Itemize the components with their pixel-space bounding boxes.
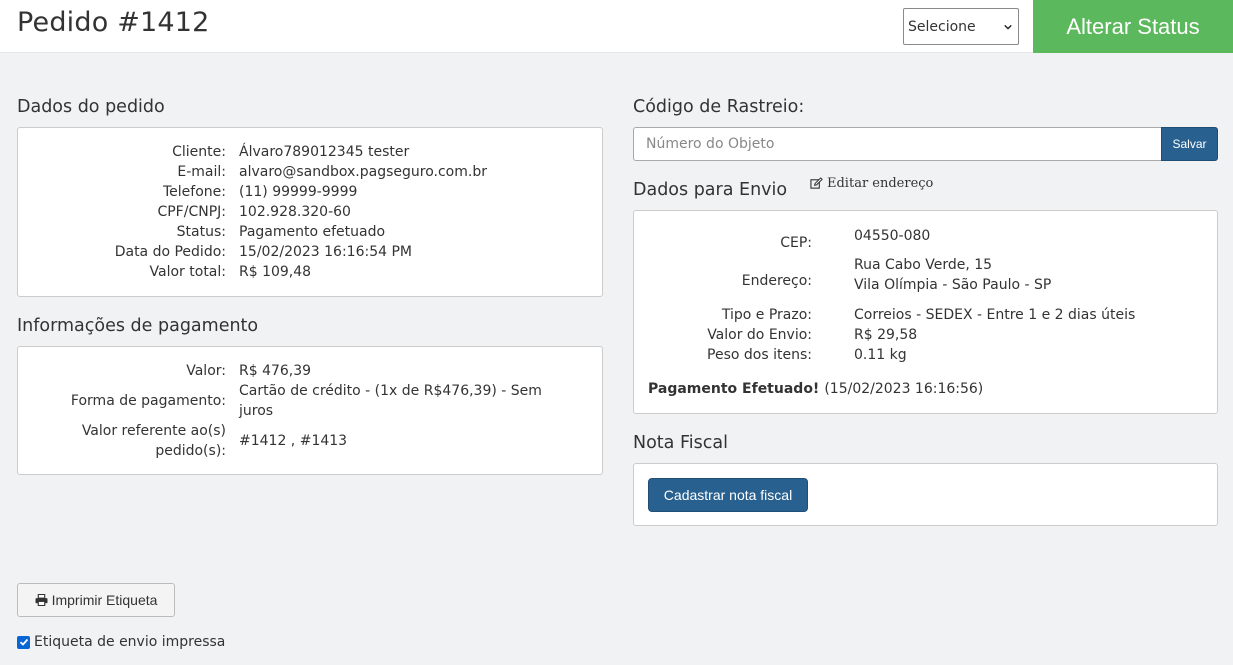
payment-row-value: Valor: R$ 476,39: [18, 361, 311, 381]
order-label: Telefone:: [163, 184, 226, 200]
shipping-value: R$ 29,58: [854, 327, 918, 343]
order-label: Status:: [176, 224, 226, 240]
order-value: 102.928.320-60: [239, 204, 351, 220]
shipping-label: CEP:: [780, 235, 812, 251]
payment-ref-label: Valor referente ao(s) pedido(s):: [18, 421, 226, 461]
chevron-down-icon: [1004, 24, 1012, 30]
shipping-address-line: Vila Olímpia - São Paulo - SP: [854, 277, 1052, 293]
payment-ref-label-line: pedido(s):: [155, 443, 226, 459]
order-status-link[interactable]: Pagamento efetuado: [239, 222, 385, 242]
page-title: Pedido #1412: [17, 7, 210, 38]
shipping-label: Peso dos itens:: [707, 347, 812, 363]
checkbox-checked-icon[interactable]: [17, 635, 30, 649]
payment-done-date: (15/02/2023 16:16:56): [824, 381, 984, 397]
tracking-section-title: Código de Rastreio:: [633, 97, 805, 117]
order-row-phone: Telefone: (11) 99999-9999: [18, 182, 357, 202]
order-row-date: Data do Pedido: 15/02/2023 16:16:54 PM: [18, 242, 412, 262]
shipping-label: Valor do Envio:: [707, 327, 812, 343]
order-value: alvaro@sandbox.pagseguro.com.br: [239, 164, 487, 180]
payment-panel: Valor: R$ 476,39 Forma de pagamento: Car…: [17, 346, 603, 475]
order-label: E-mail:: [177, 164, 226, 180]
shipping-row-cep: CEP: 04550-080: [634, 228, 930, 253]
order-label: Data do Pedido:: [114, 244, 226, 260]
shipping-address-line: Rua Cabo Verde, 15: [854, 257, 993, 273]
order-row-email: E-mail: alvaro@sandbox.pagseguro.com.br: [18, 162, 487, 182]
order-label: CPF/CNPJ:: [157, 204, 226, 220]
register-invoice-button[interactable]: Cadastrar nota fiscal: [648, 478, 808, 512]
payment-row-ref: Valor referente ao(s) pedido(s): #1412 ,…: [18, 421, 347, 461]
label-printed-checkbox-row[interactable]: Etiqueta de envio impressa: [17, 634, 225, 650]
payment-method-line: juros: [239, 403, 274, 419]
payment-method: Cartão de crédito - (1x de R$476,39) - S…: [239, 381, 542, 421]
payment-ref-label-line: Valor referente ao(s): [81, 423, 226, 439]
save-tracking-button[interactable]: Salvar: [1161, 127, 1218, 161]
shipping-row-address: Endereço: Rua Cabo Verde, 15 Vila Olímpi…: [634, 255, 1052, 295]
edit-address-link[interactable]: Editar endereço: [810, 176, 933, 191]
payment-done-note: Pagamento Efetuado! (15/02/2023 16:16:56…: [648, 379, 983, 399]
order-value: R$ 109,48: [239, 264, 312, 280]
shipping-row-type: Tipo e Prazo: Correios - SEDEX - Entre 1…: [634, 305, 1135, 325]
order-row-status: Status: Pagamento efetuado: [18, 222, 385, 242]
shipping-address: Rua Cabo Verde, 15 Vila Olímpia - São Pa…: [854, 255, 1051, 295]
order-section-title: Dados do pedido: [17, 97, 165, 117]
order-value: (11) 99999-9999: [239, 184, 358, 200]
print-label-button[interactable]: Imprimir Etiqueta: [17, 583, 175, 617]
shipping-weight: 0.11 kg: [854, 347, 907, 363]
order-label: Cliente:: [172, 144, 226, 160]
payment-label: Valor:: [186, 363, 226, 379]
order-value: Álvaro789012345 tester: [239, 144, 410, 160]
order-row-client: Cliente: Álvaro789012345 tester: [18, 142, 409, 162]
payment-ref-links[interactable]: #1412 , #1413: [239, 421, 347, 461]
shipping-row-weight: Peso dos itens: 0.11 kg: [634, 345, 907, 365]
order-label: Valor total:: [149, 264, 226, 280]
shipping-type: Correios - SEDEX - Entre 1 e 2 dias útei…: [854, 307, 1136, 323]
order-panel: Cliente: Álvaro789012345 tester E-mail: …: [17, 127, 603, 297]
top-bar: Pedido #1412 Selecione Alterar Status: [0, 0, 1233, 53]
order-row-total: Valor total: R$ 109,48: [18, 262, 312, 282]
invoice-section-title: Nota Fiscal: [633, 433, 728, 453]
status-select-value: Selecione: [908, 18, 976, 35]
shipping-row-value: Valor do Envio: R$ 29,58: [634, 325, 917, 345]
shipping-section-title: Dados para Envio: [633, 180, 788, 200]
status-select[interactable]: Selecione: [903, 8, 1019, 45]
payment-value: R$ 476,39: [239, 363, 312, 379]
alter-status-button[interactable]: Alterar Status: [1033, 0, 1233, 53]
shipping-label: Tipo e Prazo:: [721, 307, 812, 323]
shipping-panel: CEP: 04550-080 Endereço: Rua Cabo Verde,…: [633, 210, 1218, 414]
payment-row-method: Forma de pagamento: Cartão de crédito - …: [18, 381, 542, 421]
edit-address-label: Editar endereço: [827, 176, 934, 191]
shipping-label: Endereço:: [741, 273, 812, 289]
print-label-text: Imprimir Etiqueta: [51, 592, 158, 608]
tracking-number-input[interactable]: [633, 127, 1162, 161]
printer-icon: [35, 594, 48, 606]
order-row-cpf: CPF/CNPJ: 102.928.320-60: [18, 202, 351, 222]
order-value: 15/02/2023 16:16:54 PM: [239, 244, 412, 260]
edit-icon: [810, 177, 823, 189]
payment-method-line: Cartão de crédito - (1x de R$476,39) - S…: [239, 383, 542, 399]
payment-label: Forma de pagamento:: [70, 393, 226, 409]
label-printed-text: Etiqueta de envio impressa: [34, 634, 226, 650]
payment-done-label: Pagamento Efetuado!: [648, 381, 820, 397]
payment-section-title: Informações de pagamento: [17, 316, 259, 336]
shipping-cep: 04550-080: [854, 228, 931, 244]
